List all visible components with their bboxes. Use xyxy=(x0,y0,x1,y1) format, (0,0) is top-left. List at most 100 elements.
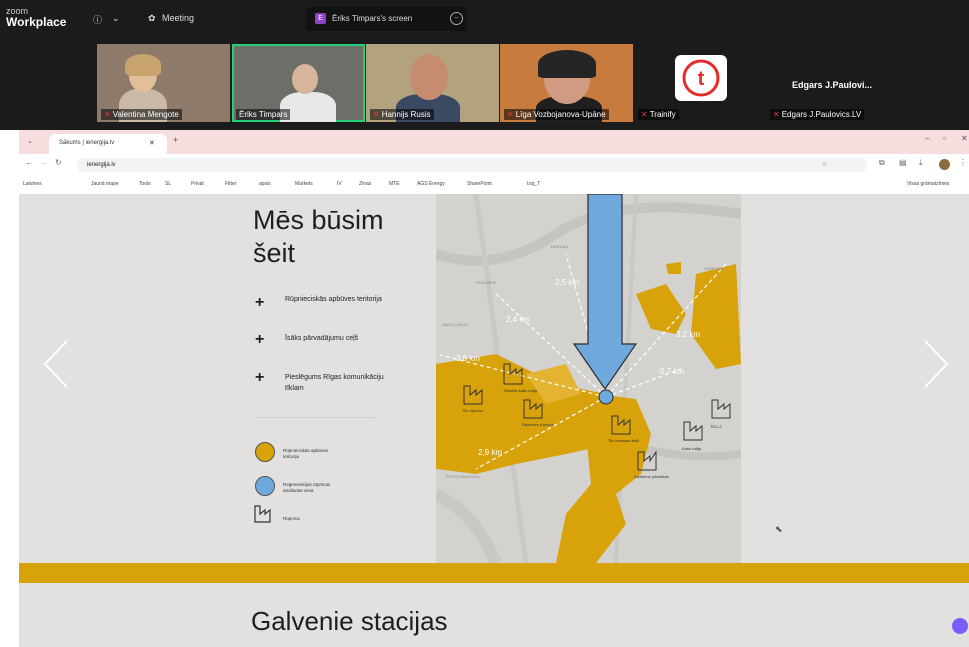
feature-text: Īsāks pārvadājumu ceļš xyxy=(285,335,359,342)
plus-icon: + xyxy=(255,369,265,386)
participant-tile[interactable]: ✕ Hannijs Rusis xyxy=(366,44,499,122)
bookmark-folder[interactable]: SL xyxy=(165,181,171,187)
bookmark-folder[interactable]: Tools xyxy=(139,181,151,187)
bookmark-star-icon[interactable]: ☆ xyxy=(822,158,827,172)
legend-swatch-industrial xyxy=(255,442,275,462)
factory-label: Tilu rūpnīca xyxy=(462,408,484,413)
menu-icon[interactable]: ⋮ xyxy=(959,158,967,167)
participant-tile-active[interactable]: Ēriks Timpars xyxy=(232,44,365,122)
bookmark-folder[interactable]: IV xyxy=(337,181,342,187)
download-icon[interactable]: ⤓ xyxy=(919,158,923,168)
participant-name: ✕ Edgars J.Paulovics.LV xyxy=(770,109,865,120)
location-map: 2,5 km 2,4 km 3,2 km 3,8 km 0,7 km 2,9 k… xyxy=(436,194,741,563)
maximize-icon[interactable]: ▫ xyxy=(943,134,946,143)
carousel-prev-icon[interactable] xyxy=(41,339,71,389)
bookmark-folder[interactable]: apsis xyxy=(259,181,271,187)
participant-tile[interactable]: Edgars J.Paulovi... ✕ Edgars J.Paulovics.… xyxy=(766,44,936,122)
mouse-cursor-icon: ⬉ xyxy=(775,524,783,534)
bookmark-folder[interactable]: Markets xyxy=(295,181,313,187)
carousel-next-icon[interactable] xyxy=(921,339,951,389)
participant-name: ✕ Hannijs Rusis xyxy=(370,109,434,120)
place-label: DREILIŅI xyxy=(551,244,568,249)
muted-mic-icon: ✕ xyxy=(104,110,111,119)
place-label: STROGANOVSKA xyxy=(446,474,480,479)
close-tab-icon[interactable]: ✕ xyxy=(149,139,155,147)
participant-tile[interactable]: ✕ Līga Vozbojanova-Upāne xyxy=(500,44,633,122)
chat-widget-button[interactable] xyxy=(952,618,968,634)
url-bar[interactable]: ienergija.lv ☆ xyxy=(77,158,867,172)
muted-mic-icon: ✕ xyxy=(373,110,380,119)
forward-icon[interactable]: → xyxy=(39,158,47,167)
tab-title: Sākums | ienergija.lv xyxy=(59,140,115,146)
muted-mic-icon: ✕ xyxy=(641,110,648,119)
factory-label: Atkritumu pārstrāde xyxy=(634,474,670,479)
factory-label: Katlu māja xyxy=(682,446,702,451)
meeting-icon: ✿ xyxy=(148,13,156,23)
web-page: Mēs būsim šeit + Rūpnieciskās apbūves te… xyxy=(19,194,969,647)
factory-label: Tilu biomasa lielā xyxy=(608,438,640,443)
zoom-logo: zoom Workplace xyxy=(6,6,66,28)
bookmark-item[interactable]: AGS Energy xyxy=(417,181,445,187)
url-text: ienergija.lv xyxy=(87,162,116,168)
profile-avatar[interactable] xyxy=(939,159,950,170)
factory-label: TEC-2 xyxy=(710,424,722,429)
reload-icon[interactable]: ↻ xyxy=(55,158,62,167)
plus-icon: + xyxy=(255,294,265,311)
info-icon[interactable]: ⓘ xyxy=(93,13,102,26)
participant-name: ✕ Valentina Mengote xyxy=(101,109,182,120)
title-line1: Mēs būsim xyxy=(253,205,384,235)
bookmark-item[interactable]: Latvines xyxy=(23,181,42,187)
bookmark-item[interactable]: SharePoint xyxy=(467,181,492,187)
participant-display-name: Edgars J.Paulovi... xyxy=(792,80,873,90)
distance-label: 2,4 km xyxy=(506,315,530,324)
zoom-logo-line2: Workplace xyxy=(6,15,67,29)
distance-label: 3,2 km xyxy=(676,330,700,339)
plus-icon: + xyxy=(255,331,265,348)
meeting-label[interactable]: Meeting xyxy=(162,13,194,23)
svg-text:t: t xyxy=(698,68,705,90)
participant-tile[interactable]: ✕ Valentina Mengote xyxy=(97,44,230,122)
bookmark-folder[interactable]: Fitter xyxy=(225,181,236,187)
share-label: Ēriks Timpars's screen xyxy=(332,14,413,23)
participant-tile[interactable]: t ✕ Trainify xyxy=(634,44,767,122)
bookmark-folder[interactable]: Izsj_T xyxy=(527,181,540,187)
zoom-top-bar: zoom Workplace ⓘ ⌄ ✿ Meeting E Ēriks Tim… xyxy=(0,0,969,41)
feature-text: Pieslēgums Rīgas komunikāciju tīklam xyxy=(285,374,384,392)
browser-address-row: ← → ↻ ienergija.lv ☆ ⧉ ▤ ⤓ ⋮ xyxy=(19,154,969,177)
bookmark-folder[interactable]: Privat xyxy=(191,181,204,187)
legend-label: Rūpnīca xyxy=(283,516,300,521)
distance-label: 0,7 km xyxy=(660,367,684,376)
bookmark-folder[interactable]: MTE xyxy=(389,181,400,187)
share-badge: E xyxy=(315,13,326,24)
view-options-icon[interactable]: – xyxy=(450,12,463,25)
tab-list-icon[interactable]: ⌄ xyxy=(27,137,33,145)
distance-label: 2,9 km xyxy=(478,448,502,457)
close-window-icon[interactable]: ✕ xyxy=(961,134,968,143)
legend-label: Reģenerācijas rūpnīcas atrašanās vieta xyxy=(283,482,331,493)
back-icon[interactable]: ← xyxy=(25,158,33,167)
bookmark-folder[interactable]: Zinas xyxy=(359,181,371,187)
section-heading: Galvenie stacijas xyxy=(251,606,448,636)
browser-tab[interactable]: Sākums | ienergija.lv ✕ xyxy=(49,134,167,154)
feature-text: Rūpnieciskās apbūves teritorija xyxy=(285,296,382,303)
chevron-down-icon[interactable]: ⌄ xyxy=(112,13,120,24)
screen-share-pill[interactable]: E Ēriks Timpars's screen – xyxy=(306,7,466,31)
legend-swatch-plant xyxy=(255,476,275,496)
bookmark-folder[interactable]: Jaunā mape xyxy=(91,181,119,187)
minimize-icon[interactable]: – xyxy=(925,134,929,143)
place-label: PLAVNIEKI xyxy=(476,280,496,285)
place-label: BĀRZU APLIS xyxy=(442,322,468,327)
browser-tab-bar: ⌄ Sākums | ienergija.lv ✕ + – ▫ ✕ xyxy=(19,130,969,154)
extensions-icon[interactable]: ⧉ xyxy=(879,158,885,168)
sidebar-icon[interactable]: ▤ xyxy=(899,158,907,167)
muted-mic-icon: ✕ xyxy=(507,110,514,119)
bookmarks-bar: Latvines Jaunā mape Tools SL Privat Fitt… xyxy=(19,176,969,195)
all-bookmarks[interactable]: Visas grāmatzīmes xyxy=(907,181,949,187)
new-tab-icon[interactable]: + xyxy=(173,135,178,145)
next-section xyxy=(19,583,969,647)
participant-name: ✕ Līga Vozbojanova-Upāne xyxy=(504,109,609,120)
page-title: Mēs būsim šeit xyxy=(253,204,384,270)
divider xyxy=(255,417,375,418)
distance-label: 3,8 km xyxy=(456,354,480,363)
muted-mic-icon: ✕ xyxy=(773,110,780,119)
